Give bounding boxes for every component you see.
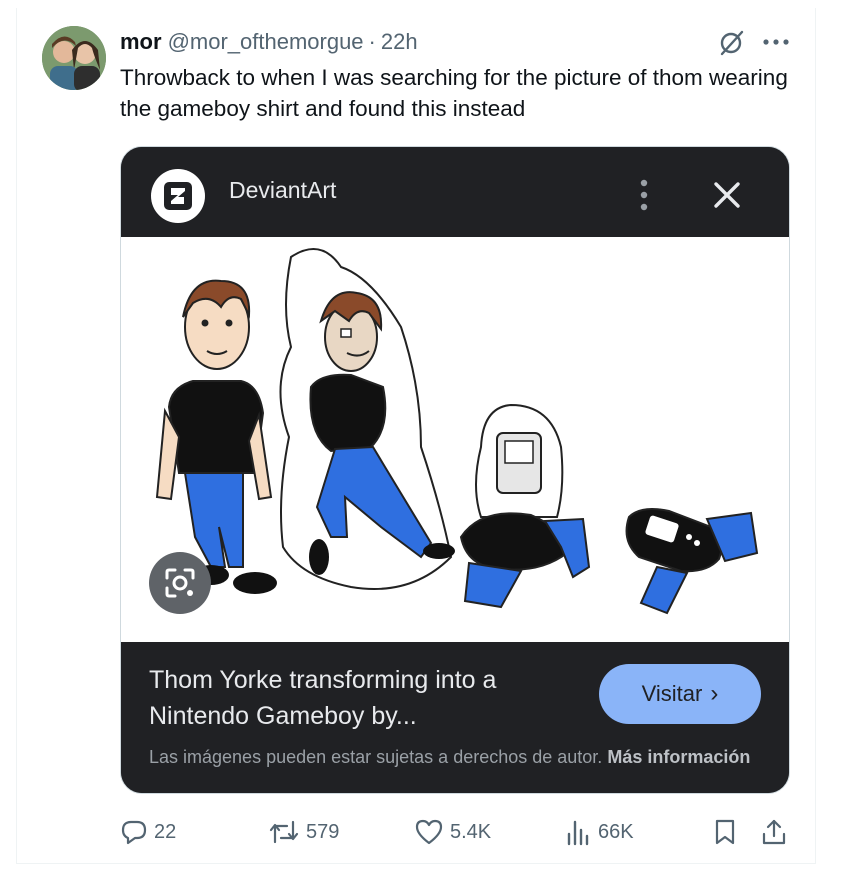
repost-icon [269, 820, 299, 844]
tweet-header: mor @mor_ofthemorgue · 22h [120, 29, 418, 57]
figure-two [279, 248, 455, 590]
image-caption[interactable]: Thom Yorke transforming into a Nintendo … [149, 662, 579, 734]
deviantart-logo-icon [151, 169, 205, 223]
card-footer: Thom Yorke transforming into a Nintendo … [121, 642, 789, 793]
share-button[interactable] [760, 812, 794, 852]
copyright-notice: Las imágenes pueden estar sujetas a dere… [149, 744, 769, 771]
author-handle[interactable]: @mor_ofthemorgue [168, 29, 364, 55]
grok-icon[interactable] [716, 28, 746, 58]
tweet-timestamp[interactable]: 22h [381, 29, 418, 55]
site-name: DeviantArt [229, 177, 337, 203]
like-button[interactable]: 5.4K [414, 812, 491, 852]
kebab-icon[interactable] [629, 175, 659, 215]
bookmark-button[interactable] [712, 812, 744, 852]
like-count: 5.4K [450, 820, 492, 843]
tweet-actions: 22 579 5.4K 66K [0, 812, 850, 852]
avatar[interactable] [42, 26, 106, 90]
views-count: 66K [598, 820, 634, 843]
reply-icon [121, 820, 147, 845]
figure-one [155, 279, 277, 594]
copyright-text: Las imágenes pueden estar sujetas a dere… [149, 747, 603, 767]
visit-button[interactable]: Visitar › [599, 664, 761, 724]
more-info-link[interactable]: Más información [607, 747, 750, 767]
bookmark-icon [715, 819, 735, 845]
lens-icon[interactable] [149, 552, 211, 614]
author-name[interactable]: mor [120, 29, 162, 55]
artwork-image[interactable] [121, 237, 789, 642]
separator-dot: · [368, 29, 376, 54]
figure-three [459, 403, 591, 609]
tweet-text: Throwback to when I was searching for th… [120, 65, 788, 121]
figure-four [625, 508, 759, 615]
close-icon[interactable] [709, 177, 745, 213]
like-icon [415, 819, 443, 845]
repost-button[interactable]: 579 [268, 812, 339, 852]
reply-count: 22 [154, 820, 177, 843]
card-header: DeviantArt [121, 147, 789, 237]
views-icon [567, 820, 589, 846]
visit-label: Visitar [641, 681, 703, 706]
more-icon[interactable] [762, 34, 790, 50]
image-card[interactable]: DeviantArt Thom Yorke transforming into … [120, 146, 790, 794]
share-icon [762, 819, 786, 845]
views-button[interactable]: 66K [564, 812, 634, 852]
chevron-right-icon: › [710, 680, 719, 707]
repost-count: 579 [306, 820, 340, 843]
reply-button[interactable]: 22 [120, 812, 176, 852]
